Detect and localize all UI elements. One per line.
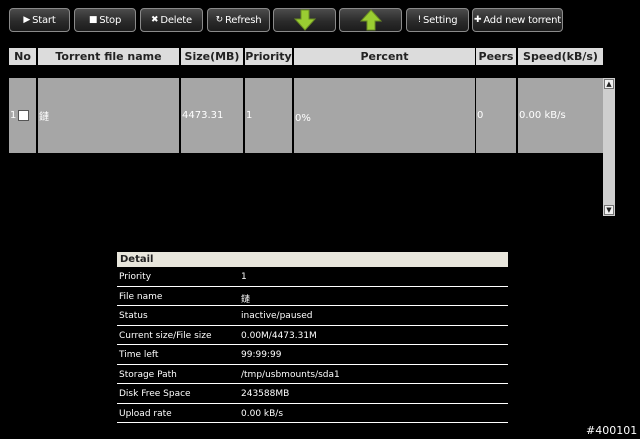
add-torrent-button[interactable]: ✚ Add new torrent (472, 8, 563, 32)
footer-tag: #400101 (586, 424, 638, 437)
setting-button[interactable]: ! Setting (406, 8, 469, 32)
scroll-down-icon[interactable]: ▼ (604, 205, 614, 215)
row-percent: 0% (294, 78, 475, 153)
refresh-icon: ↻ (215, 15, 224, 25)
start-button[interactable]: ▶ Start (9, 8, 70, 32)
row-no: 1 (10, 110, 17, 121)
green-down-arrow-icon (293, 9, 316, 31)
col-name: Torrent file name (38, 48, 179, 65)
detail-row-size: Current size/File size 0.00M/4473.31M (117, 326, 508, 345)
detail-panel: Detail Priority 1 File name 鏈 Status inacti… (117, 252, 508, 423)
row-speed: 0.00 kB/s (518, 78, 603, 153)
green-up-arrow-icon (359, 9, 382, 31)
col-speed: Speed(kB/s) (518, 48, 603, 65)
stop-button[interactable]: ■ Stop (74, 8, 136, 32)
delete-button[interactable]: ✖ Delete (140, 8, 203, 32)
col-size: Size(MB) (181, 48, 243, 65)
row-name: 鏈 (38, 78, 179, 153)
scroll-up-icon[interactable]: ▲ (604, 79, 614, 89)
row-size: 4473.31 (181, 78, 243, 153)
move-up-button[interactable] (339, 8, 402, 32)
col-peers: Peers (476, 48, 516, 65)
plus-icon: ✚ (473, 15, 482, 25)
row-priority: 1 (245, 78, 292, 153)
detail-row-storage-path: Storage Path/tmp/usbmounts/sda1 (117, 365, 508, 384)
move-down-button[interactable] (273, 8, 336, 32)
table-scrollbar[interactable]: ▲ ▼ (603, 78, 615, 216)
detail-row-priority: Priority 1 (117, 267, 508, 287)
refresh-button[interactable]: ↻ Refresh (207, 8, 270, 32)
row-checkbox[interactable] (18, 110, 30, 121)
play-icon: ▶ (23, 15, 31, 25)
detail-row-upload-rate: Upload rate 0.00 kB/s (117, 404, 508, 423)
row-no-cell: 1 (9, 78, 36, 153)
detail-title: Detail (117, 252, 508, 267)
info-icon: ! (417, 15, 422, 25)
detail-row-status: Status inactive/paused (117, 306, 508, 326)
col-priority: Priority (245, 48, 292, 65)
close-icon: ✖ (150, 15, 159, 25)
row-peers: 0 (476, 78, 516, 153)
col-percent: Percent (294, 48, 475, 65)
stop-icon: ■ (88, 15, 98, 25)
detail-row-disk-free: Disk Free Space 243588MB (117, 384, 508, 404)
detail-row-time-left: Time left 99:99:99 (117, 345, 508, 365)
detail-row-file-name: File name 鏈 (117, 287, 508, 306)
col-no: No (9, 48, 36, 65)
